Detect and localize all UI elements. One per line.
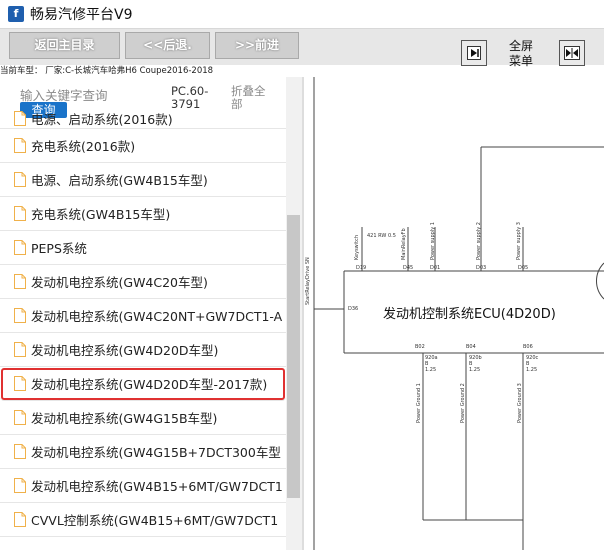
list-item-label: 发动机电控系统(GW4B15+6MT/GW7DCT1 [31,479,283,494]
fullscreen-label-line1: 全屏 [508,39,533,53]
wire-label: Power Ground 2 [460,383,466,423]
file-icon [14,342,26,357]
file-icon [14,308,26,323]
left-panel: 输入关键字查询 查询 PC.60- 3791 折叠全 部 电源、启动系统(201… [0,77,302,550]
wire-spec: 421 RW 0.5 [367,233,396,239]
list-item-label: PEPS系统 [31,241,87,256]
wire-label: Power supply 2 [476,222,482,260]
file-icon [14,410,26,425]
fullscreen-menu-label: 全屏 菜单 [505,39,537,69]
list-item[interactable]: 发动机电控系统(GW4B15+6MT/GW7DCT1 [0,469,286,503]
file-icon [14,172,26,187]
list-item-label: 电源、启动系统(2016款) [31,112,173,127]
wire-size: 1.25 [526,367,538,373]
list-item-label: 发动机电控系统(GW4C20NT+GW7DCT1-A [31,309,283,324]
wire-label: Power supply 1 [430,222,436,260]
wire-label: Power supply 3 [516,222,522,260]
home-button[interactable]: 返回主目录 [9,32,120,59]
system-list: 电源、启动系统(2016款) 充电系统(2016款) 电源、启动系统(GW4B1… [0,111,286,537]
list-item[interactable]: 充电系统(2016款) [0,129,286,163]
pin-label: D05 [518,265,529,271]
back-button[interactable]: <<后退. [125,32,210,59]
list-item[interactable]: 发动机电控系统(GW4C20NT+GW7DCT1-A [0,299,286,333]
list-item[interactable]: 发动机电控系统(GW4D20D车型) [0,333,286,367]
list-item-label: 充电系统(GW4B15车型) [31,207,171,222]
list-item[interactable]: 发动机电控系统(GW4G15B车型) [0,401,286,435]
window-title: 畅易汽修平台V9 [30,7,133,23]
file-icon [14,111,26,126]
list-item-label: 充电系统(2016款) [31,139,136,154]
fullscreen-label-line2: 菜单 [508,54,533,68]
ecu-title: 发动机控制系统ECU(4D20D) [383,307,556,322]
pin-label: D03 [476,265,487,271]
list-item[interactable]: 发动机电控系统(GW4C20车型) [0,265,286,299]
app-icon: f [8,6,24,22]
collapse-panel-icon[interactable] [461,40,487,66]
file-icon [14,240,26,255]
list-item-label: CVVL控制系统(GW4B15+6MT/GW7DCT1 [31,513,279,528]
list-item[interactable]: 发动机电控系统(GW4G15B+7DCT300车型 [0,435,286,469]
file-icon [14,512,26,527]
wire-spec: 920b B 1.25 [469,355,482,373]
list-item-selected[interactable]: 发动机电控系统(GW4D20D车型-2017款) [0,367,286,401]
wire-spec: 920a B 1.25 [425,355,438,373]
file-icon [14,478,26,493]
list-item-label: 发动机电控系统(GW4G15B车型) [31,411,218,426]
wire-label: Power Ground 1 [416,383,422,423]
forward-button[interactable]: >>前进 [215,32,299,59]
pin-label: D19 [356,265,367,271]
wire-label: Keyswitch [354,234,360,260]
list-item-label: 发动机电控系统(GW4C20车型) [31,275,208,290]
list-item[interactable]: 电源、启动系统(2016款) [0,109,286,129]
pin-label: B04 [466,344,476,350]
list-item-label: 电源、启动系统(GW4B15车型) [31,173,208,188]
wire-label: StartRelayDrive SN [305,257,311,305]
wire-size: 1.25 [469,367,481,373]
file-icon [14,444,26,459]
list-item[interactable]: 电源、启动系统(GW4B15车型) [0,163,286,197]
wire-label: MainRelayFb [401,228,407,260]
collapse-all-button[interactable]: 折叠全 部 [231,85,266,111]
file-icon [14,206,26,221]
pin-label: D36 [348,306,359,312]
file-icon [14,138,26,153]
list-item-label: 发动机电控系统(GW4D20D车型) [31,343,219,358]
wire-spec: 920c B 1.25 [526,355,538,373]
file-icon [14,274,26,289]
list-item[interactable]: CVVL控制系统(GW4B15+6MT/GW7DCT1 [0,503,286,537]
pin-label: D01 [430,265,441,271]
pin-label: B02 [415,344,425,350]
wiring-diagram: 发动机控制系统ECU(4D20D) D19 D45 D01 D03 D05 Ke… [304,77,604,550]
list-item[interactable]: PEPS系统 [0,231,286,265]
list-scrollbar[interactable] [286,77,302,550]
pin-label: D45 [403,265,414,271]
list-item-label: 发动机电控系统(GW4D20D车型-2017款) [31,377,268,392]
list-item[interactable]: 充电系统(GW4B15车型) [0,197,286,231]
file-icon [14,376,26,391]
pc-code: PC.60- 3791 [171,85,208,111]
expand-panel-icon[interactable] [559,40,585,66]
wire-label: Power Ground 3 [517,383,523,423]
current-vehicle-text: 当前车型： 厂家:C-长城汽车哈弗H6 Coupe2016-2018 [0,66,214,76]
scrollbar-thumb[interactable] [287,215,300,498]
pin-label: B06 [523,344,533,350]
title-bar: f 畅易汽修平台V9 [0,0,604,29]
list-item-label: 发动机电控系统(GW4G15B+7DCT300车型 [31,445,281,460]
wire-size: 1.25 [425,367,437,373]
